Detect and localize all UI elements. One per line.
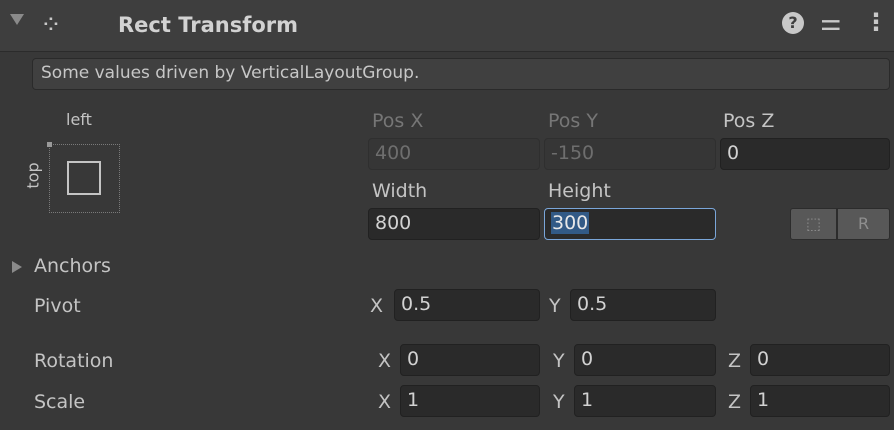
pivot-x-field[interactable]: 0.5 — [394, 289, 540, 321]
scale-y-label[interactable]: Y — [553, 391, 565, 413]
scale-z-label[interactable]: Z — [728, 391, 741, 413]
anchor-top-label: top — [23, 162, 43, 189]
pivot-y-label[interactable]: Y — [549, 295, 561, 317]
foldout-arrow-icon[interactable] — [10, 14, 24, 25]
help-icon[interactable]: ? — [782, 12, 804, 34]
scale-label: Scale — [34, 391, 86, 413]
pos-x-field: 400 — [368, 138, 540, 170]
pos-y-field: -150 — [544, 138, 716, 170]
preset-icon[interactable]: ⚌ — [820, 8, 842, 36]
rotation-x-label[interactable]: X — [378, 350, 391, 372]
rotation-z-field[interactable]: 0 — [750, 344, 890, 376]
component-header[interactable]: ⁘ Rect Transform ? ⚌ ⋮ — [0, 0, 894, 52]
driven-values-helpbox: Some values driven by VerticalLayoutGrou… — [32, 58, 890, 90]
pivot-label: Pivot — [34, 295, 81, 317]
raw-edit-mode-button[interactable]: R — [837, 208, 890, 240]
pos-z-label: Pos Z — [723, 110, 775, 132]
pivot-y-field[interactable]: 0.5 — [570, 289, 716, 321]
pos-y-label: Pos Y — [548, 110, 598, 132]
width-label: Width — [372, 180, 428, 202]
kebab-menu-icon[interactable]: ⋮ — [864, 8, 888, 36]
anchor-left-label: left — [66, 110, 92, 129]
anchor-preset-rect-icon — [67, 161, 101, 195]
scale-x-field[interactable]: 1 — [400, 385, 540, 417]
height-label: Height — [548, 180, 611, 202]
rotation-x-field[interactable]: 0 — [400, 344, 540, 376]
pivot-x-label[interactable]: X — [370, 295, 383, 317]
rotation-y-field[interactable]: 0 — [574, 344, 716, 376]
scale-y-field[interactable]: 1 — [574, 385, 716, 417]
width-field[interactable]: 800 — [368, 208, 540, 240]
scale-x-label[interactable]: X — [378, 391, 391, 413]
rotation-label: Rotation — [34, 350, 114, 372]
rect-transform-icon: ⁘ — [40, 10, 62, 40]
blueprint-mode-button[interactable]: ⬚ — [790, 208, 837, 240]
pos-x-label: Pos X — [372, 110, 424, 132]
rotation-z-label[interactable]: Z — [728, 350, 741, 372]
anchors-foldout-arrow-icon[interactable] — [12, 261, 22, 273]
anchor-corner-marker — [47, 142, 52, 147]
rotation-y-label[interactable]: Y — [553, 350, 565, 372]
height-selected-text: 300 — [551, 212, 590, 234]
component-title: Rect Transform — [118, 13, 299, 37]
anchors-foldout[interactable]: Anchors — [34, 255, 111, 277]
height-field[interactable]: 300 — [544, 208, 716, 240]
scale-z-field[interactable]: 1 — [750, 385, 890, 417]
pos-z-field[interactable]: 0 — [720, 138, 890, 170]
